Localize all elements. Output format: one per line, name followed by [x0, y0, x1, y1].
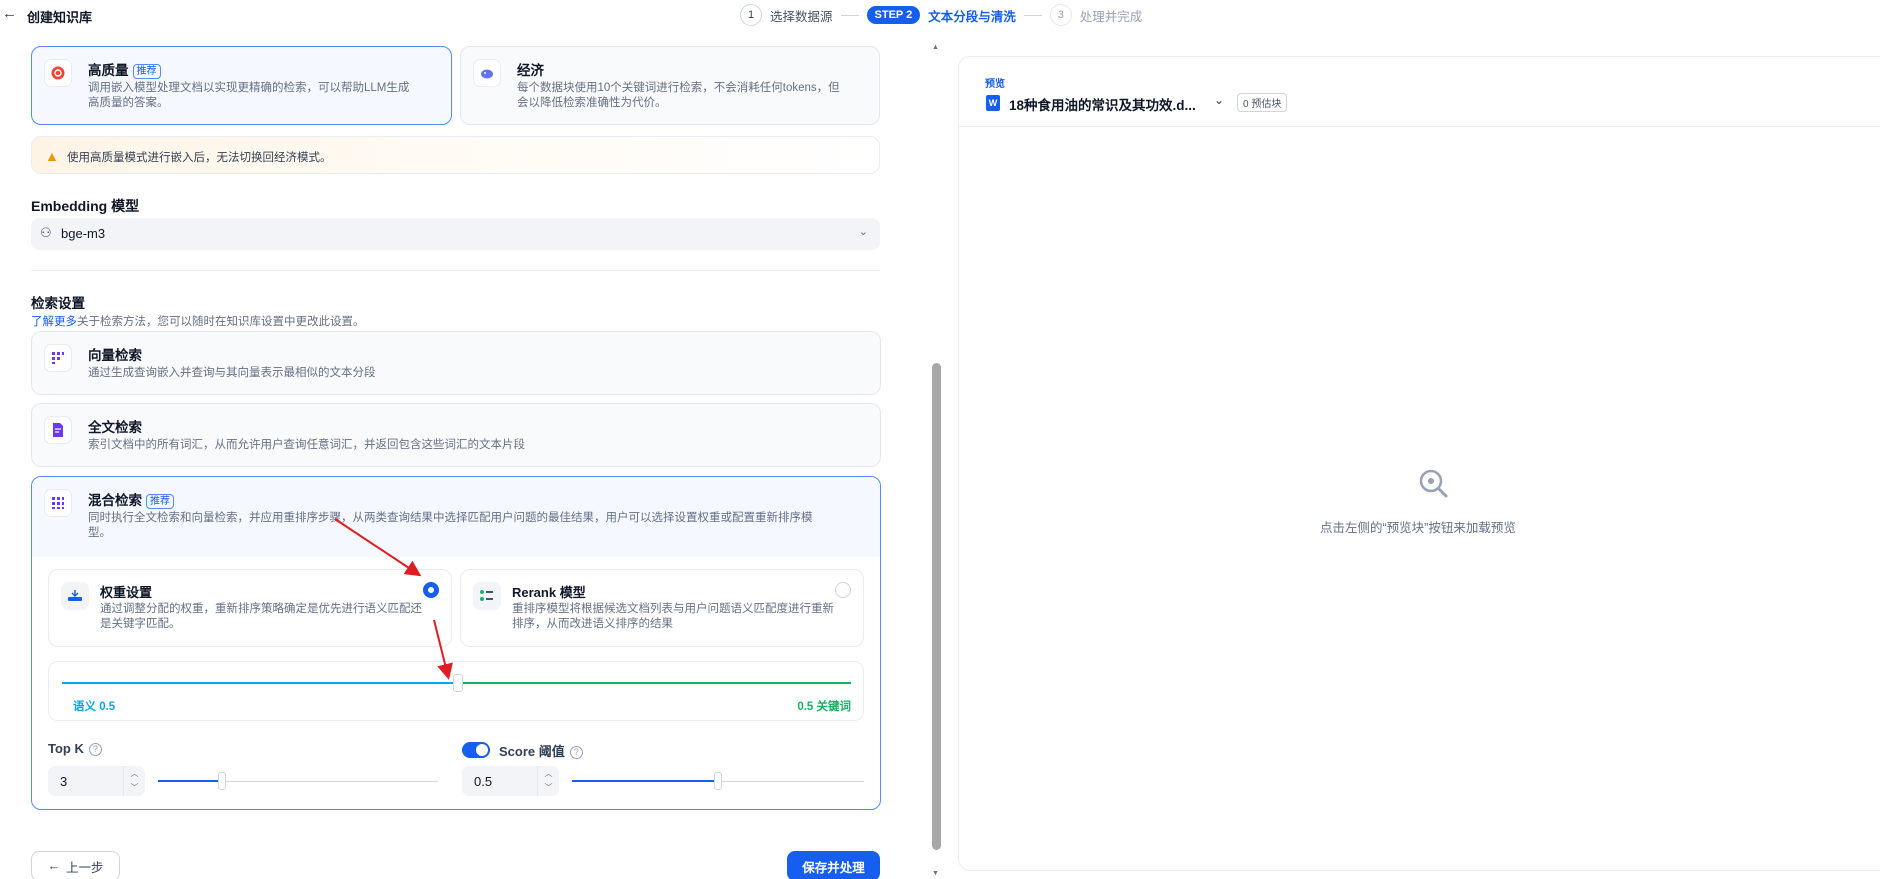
embedding-model-value: bge-m3: [61, 226, 106, 241]
help-icon[interactable]: ?: [88, 743, 102, 756]
page-title: 创建知识库: [27, 10, 93, 25]
vector-search-card[interactable]: 向量检索 通过生成查询嵌入并查询与其向量表示最相似的文本分段: [31, 331, 881, 395]
recommended-badge: 推荐: [146, 494, 174, 509]
mode-high-quality-card[interactable]: 高质量 推荐 调用嵌入模型处理文档以实现更精确的检索，可以帮助LLM生成 高质量的答…: [31, 46, 452, 125]
estimated-chunks-badge: 0 预估块: [1237, 93, 1288, 112]
scrollbar-thumb[interactable]: [932, 363, 941, 850]
score-threshold-input[interactable]: [462, 766, 537, 796]
mode-title: 经济: [517, 63, 544, 78]
score-threshold-slider[interactable]: [572, 772, 864, 790]
weight-slider-box: 语义 0.5 0.5 关键词: [48, 661, 864, 721]
weight-settings-radio[interactable]: [423, 582, 439, 598]
scroll-down-arrow[interactable]: ▼: [932, 870, 939, 877]
vector-search-title: 向量检索: [88, 348, 142, 363]
score-threshold-slider-fill: [572, 780, 718, 782]
step-3-label: 处理并完成: [1079, 9, 1143, 24]
keyword-weight-label: 0.5 关键词: [797, 701, 851, 713]
chevron-down-icon[interactable]: ⌄: [1214, 93, 1224, 107]
search-empty-icon: [1419, 469, 1448, 498]
step-divider: [1023, 14, 1042, 16]
word-file-icon: W: [986, 95, 1000, 111]
save-and-process-button[interactable]: 保存并处理: [787, 851, 880, 879]
scroll-up-arrow[interactable]: ▲: [932, 44, 939, 51]
grid-icon: [44, 344, 72, 372]
step-2-number: STEP 2: [866, 6, 921, 24]
learn-more-text: 了解更多关于检索方法，您可以随时在知识库设置中更改此设置。: [31, 316, 365, 328]
recommended-badge: 推荐: [132, 64, 161, 79]
score-threshold-stepper[interactable]: ︿﹀: [462, 766, 559, 796]
rerank-model-radio[interactable]: [835, 582, 851, 598]
embedding-label: Embedding 模型: [31, 198, 140, 214]
back-arrow-icon[interactable]: ←: [2, 4, 20, 24]
fulltext-search-description: 索引文档中的所有词汇，从而允许用户查询任意词汇，并返回包含这些词汇的文本片段: [88, 439, 525, 451]
weight-icon: [61, 582, 89, 610]
stepper: 1 选择数据源 STEP 2 文本分段与清洗 3 处理并完成: [740, 4, 1142, 26]
embedding-model-select[interactable]: ⚇ bge-m3 ⌄: [31, 218, 880, 250]
weight-settings-option[interactable]: 权重设置 通过调整分配的权重，重新排序策略确定是优先进行语义匹配还 是关键字匹配。: [48, 569, 452, 647]
top-k-label: Top K?: [48, 741, 102, 756]
top-k-slider[interactable]: [158, 772, 438, 790]
divider: [31, 270, 880, 271]
top-k-slider-fill: [158, 780, 223, 782]
retrieval-settings-title: 检索设置: [31, 296, 85, 311]
score-threshold-slider-handle[interactable]: [714, 772, 722, 790]
step-2-label: 文本分段与清洗: [928, 9, 1016, 24]
previous-step-button[interactable]: ← 上一步: [31, 851, 120, 879]
previous-step-label: 上一步: [65, 860, 104, 875]
preview-file-name[interactable]: 18种食用油的常识及其功效.d...: [1009, 94, 1196, 114]
top-k-input[interactable]: [48, 766, 123, 796]
warning-banner: ▲ 使用高质量模式进行嵌入后，无法切换回经济模式。: [31, 136, 880, 174]
step-3-number: 3: [1049, 4, 1072, 26]
chip-icon: [44, 59, 72, 87]
score-threshold-toggle[interactable]: [462, 742, 490, 758]
mode-title: 高质量 推荐: [88, 59, 161, 79]
preview-panel: 预览 W 18种食用油的常识及其功效.d... ⌄ 0 预估块: [958, 56, 1880, 871]
hybrid-search-title: 混合检索 推荐: [88, 489, 174, 509]
score-threshold-spinner[interactable]: ︿ ﹀: [537, 766, 559, 796]
mode-description: 每个数据块使用10个关键词进行检索，不会消耗任何tokens，但 会以降低检索准确…: [517, 82, 840, 109]
preview-empty-text: 点击左侧的“预览块”按钮来加载预览: [1320, 521, 1516, 535]
help-icon[interactable]: ?: [569, 746, 583, 759]
step-1-label: 选择数据源: [770, 9, 833, 24]
warning-text: 使用高质量模式进行嵌入后，无法切换回经济模式。: [67, 152, 332, 164]
warning-icon: ▲: [45, 148, 59, 164]
weight-settings-description: 通过调整分配的权重，重新排序策略确定是优先进行语义匹配还 是关键字匹配。: [100, 603, 422, 630]
rerank-model-title: Rerank 模型: [512, 585, 586, 600]
step-divider: [840, 14, 859, 16]
model-icon: ⚇: [40, 225, 52, 240]
top-k-slider-handle[interactable]: [218, 772, 227, 790]
back-arrow-icon: ←: [47, 859, 60, 873]
hybrid-search-header: 混合检索 推荐 同时执行全文检索和向量检索，并应用重排序步骤，从两类查询结果中选择…: [32, 477, 880, 557]
hybrid-search-description: 同时执行全文检索和向量检索，并应用重排序步骤，从两类查询结果中选择匹配用户问题的…: [88, 512, 813, 539]
score-threshold-label: Score 阈值?: [499, 741, 583, 760]
keyword-weight-track: [458, 682, 851, 684]
preview-label: 预览: [985, 79, 1005, 90]
mode-description: 调用嵌入模型处理文档以实现更精确的检索，可以帮助LLM生成 高质量的答案。: [88, 82, 410, 109]
fulltext-search-card[interactable]: 全文检索 索引文档中的所有词汇，从而允许用户查询任意词汇，并返回包含这些词汇的文…: [31, 403, 881, 467]
vector-search-description: 通过生成查询嵌入并查询与其向量表示最相似的文本分段: [88, 367, 376, 379]
preview-header: 预览 W 18种食用油的常识及其功效.d... ⌄ 0 预估块: [959, 57, 1880, 127]
hybrid-search-card[interactable]: 混合检索 推荐 同时执行全文检索和向量检索，并应用重排序步骤，从两类查询结果中选择…: [31, 476, 881, 810]
learn-more-link[interactable]: 了解更多: [31, 316, 77, 328]
top-k-spinner[interactable]: ︿ ﹀: [123, 766, 145, 796]
top-bar: ← 创建知识库 1 选择数据源 STEP 2 文本分段与清洗 3 处理并完成: [0, 0, 1880, 30]
grid-icon: [44, 489, 72, 517]
step-1-number: 1: [740, 4, 762, 26]
rerank-icon: [473, 582, 501, 610]
semantic-weight-label: 语义 0.5: [73, 701, 116, 713]
semantic-weight-track: [62, 682, 458, 684]
mode-economy-card[interactable]: 经济 每个数据块使用10个关键词进行检索，不会消耗任何tokens，但 会以降低检…: [460, 46, 880, 125]
chevron-down-icon: ⌄: [858, 226, 868, 238]
piggy-icon: [473, 59, 501, 87]
rerank-model-option[interactable]: Rerank 模型 重排序模型将根据候选文档列表与用户问题语义匹配度进行重新 排序…: [460, 569, 864, 647]
fulltext-search-title: 全文检索: [88, 420, 142, 435]
weight-settings-title: 权重设置: [100, 585, 153, 600]
doc-search-icon: [44, 416, 72, 444]
weight-slider-handle[interactable]: [453, 674, 463, 692]
top-k-stepper[interactable]: ︿﹀: [48, 766, 145, 796]
rerank-model-description: 重排序模型将根据候选文档列表与用户问题语义匹配度进行重新 排序，从而改进语义排序的…: [512, 603, 834, 630]
